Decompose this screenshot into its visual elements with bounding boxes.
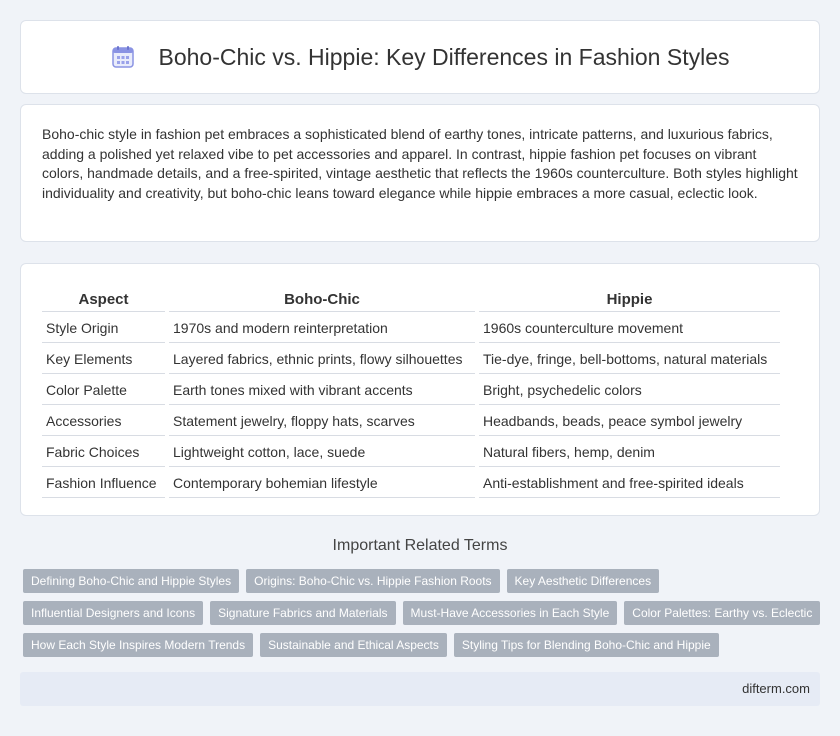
table-row: Style Origin 1970s and modern reinterpre… [42,314,780,343]
cell-hippie: Bright, psychedelic colors [479,376,780,405]
tag-row: How Each Style Inspires Modern Trends Su… [23,633,823,657]
related-term-link[interactable]: Influential Designers and Icons [23,601,204,625]
cell-hippie: Anti-establishment and free-spirited ide… [479,469,780,498]
cell-boho-chic: Statement jewelry, floppy hats, scarves [169,407,475,436]
related-term-link[interactable]: Defining Boho-Chic and Hippie Styles [23,569,240,593]
related-term-link[interactable]: Must-Have Accessories in Each Style [402,601,618,625]
cell-aspect: Color Palette [42,376,165,405]
table-row: Fabric Choices Lightweight cotton, lace,… [42,438,780,467]
header-aspect: Aspect [42,286,165,312]
related-term-link[interactable]: Key Aesthetic Differences [506,569,660,593]
cell-hippie: 1960s counterculture movement [479,314,780,343]
cell-boho-chic: Earth tones mixed with vibrant accents [169,376,475,405]
related-terms-heading: Important Related Terms [332,537,508,554]
cell-hippie: Headbands, beads, peace symbol jewelry [479,407,780,436]
cell-boho-chic: 1970s and modern reinterpretation [169,314,475,343]
cell-hippie: Tie-dye, fringe, bell-bottoms, natural m… [479,345,780,374]
title-card: Boho-Chic vs. Hippie: Key Differences in… [20,20,820,94]
table-row: Fashion Influence Contemporary bohemian … [42,469,780,498]
header-hippie: Hippie [479,286,780,312]
related-term-link[interactable]: Origins: Boho-Chic vs. Hippie Fashion Ro… [246,569,500,593]
related-term-link[interactable]: Styling Tips for Blending Boho-Chic and … [453,633,719,657]
tag-row: Defining Boho-Chic and Hippie Styles Ori… [23,569,823,593]
intro-card: Boho-chic style in fashion pet embraces … [20,104,820,242]
footer-site-name: difterm.com [742,681,810,696]
page-title-text: Boho-Chic vs. Hippie: Key Differences in… [158,43,730,70]
comparison-card: Aspect Boho-Chic Hippie Style Origin 197… [20,263,820,516]
table-row: Color Palette Earth tones mixed with vib… [42,376,780,405]
cell-aspect: Style Origin [42,314,165,343]
related-term-link[interactable]: Signature Fabrics and Materials [210,601,396,625]
header-boho-chic: Boho-Chic [169,286,475,312]
tag-row: Influential Designers and Icons Signatur… [23,601,823,625]
intro-paragraph: Boho-chic style in fashion pet embraces … [42,126,798,201]
related-term-link[interactable]: How Each Style Inspires Modern Trends [23,633,254,657]
cell-boho-chic: Layered fabrics, ethnic prints, flowy si… [169,345,475,374]
cell-aspect: Fabric Choices [42,438,165,467]
table-row: Accessories Statement jewelry, floppy ha… [42,407,780,436]
related-term-link[interactable]: Sustainable and Ethical Aspects [260,633,447,657]
cell-aspect: Accessories [42,407,165,436]
related-terms-tags: Defining Boho-Chic and Hippie Styles Ori… [23,569,823,665]
table-header-row: Aspect Boho-Chic Hippie [42,286,780,312]
footer: difterm.com [20,672,820,706]
table-row: Key Elements Layered fabrics, ethnic pri… [42,345,780,374]
cell-aspect: Fashion Influence [42,469,165,498]
related-term-link[interactable]: Color Palettes: Earthy vs. Eclectic [624,601,821,625]
cell-boho-chic: Contemporary bohemian lifestyle [169,469,475,498]
comparison-table: Aspect Boho-Chic Hippie Style Origin 197… [38,284,784,500]
cell-boho-chic: Lightweight cotton, lace, suede [169,438,475,467]
cell-hippie: Natural fibers, hemp, denim [479,438,780,467]
calendar-icon [110,44,136,70]
cell-aspect: Key Elements [42,345,165,374]
page-title: Boho-Chic vs. Hippie: Key Differences in… [110,43,730,71]
